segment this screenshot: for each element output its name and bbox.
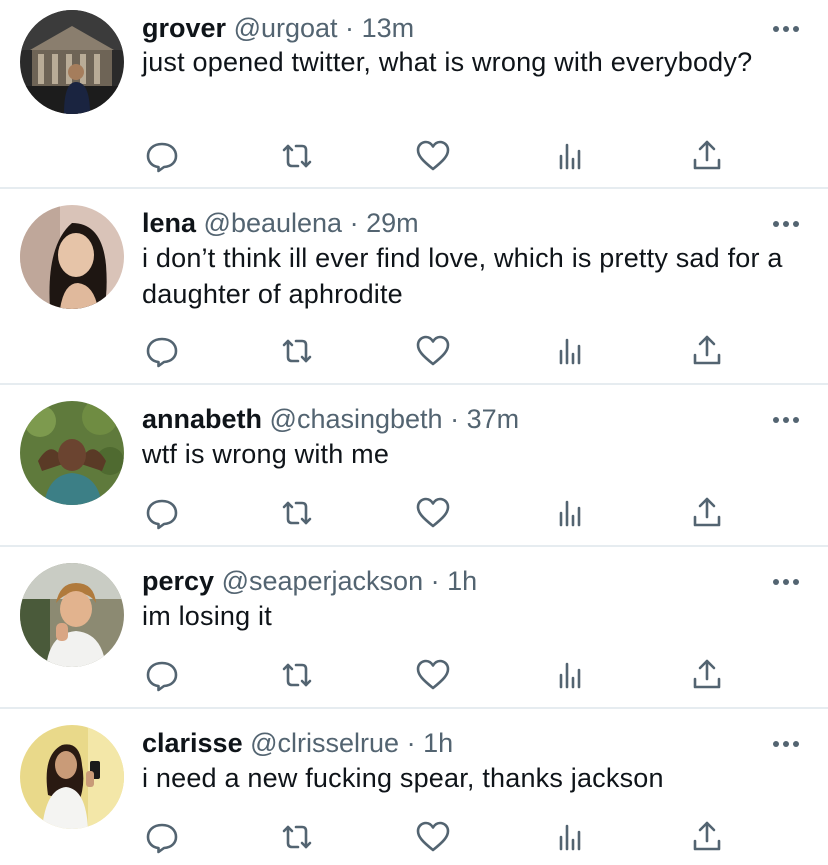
tweet-actions [142, 655, 742, 695]
avatar[interactable] [20, 401, 124, 505]
like-icon[interactable] [413, 493, 453, 533]
tweet-actions [142, 817, 742, 857]
like-icon[interactable] [413, 331, 453, 371]
more-icon[interactable] [772, 575, 800, 587]
avatar[interactable] [20, 205, 124, 309]
tweet-text: wtf is wrong with me [142, 439, 390, 469]
reply-icon[interactable] [142, 817, 182, 857]
share-icon[interactable] [687, 655, 727, 695]
retweet-icon[interactable] [277, 817, 317, 857]
share-icon[interactable] [687, 493, 727, 533]
tweet-grover[interactable]: grover @urgoat · 13m just opened twitter… [0, 0, 828, 189]
display-name[interactable]: clarisse [142, 728, 243, 758]
retweet-icon[interactable] [277, 655, 317, 695]
timestamp[interactable]: 1h [447, 566, 477, 596]
tweet-text: just opened twitter, what is wrong with … [142, 47, 753, 77]
tweet-header: annabeth @chasingbeth · 37m [142, 401, 748, 437]
username[interactable]: @urgoat [234, 13, 338, 43]
tweet-actions [142, 136, 742, 176]
username[interactable]: @chasingbeth [270, 404, 443, 434]
tweet-annabeth[interactable]: annabeth @chasingbeth · 37m wtf is wrong… [0, 385, 828, 547]
reply-icon[interactable] [142, 655, 182, 695]
display-name[interactable]: percy [142, 566, 214, 596]
like-icon[interactable] [413, 655, 453, 695]
share-icon[interactable] [687, 136, 727, 176]
tweet-clarisse[interactable]: clarisse @clrisselrue · 1h i need a new … [0, 709, 828, 865]
views-icon[interactable] [550, 655, 590, 695]
views-icon[interactable] [550, 331, 590, 371]
like-icon[interactable] [413, 817, 453, 857]
more-icon[interactable] [772, 413, 800, 425]
tweet-text: i don’t think ill ever find love, which … [142, 243, 783, 309]
display-name[interactable]: annabeth [142, 404, 262, 434]
tweet-actions [142, 493, 742, 533]
reply-icon[interactable] [142, 331, 182, 371]
tweet-header: percy @seaperjackson · 1h [142, 563, 748, 599]
timestamp[interactable]: 13m [362, 13, 415, 43]
retweet-icon[interactable] [277, 136, 317, 176]
avatar[interactable] [20, 563, 124, 667]
display-name[interactable]: lena [142, 208, 196, 238]
username[interactable]: @beaulena [204, 208, 343, 238]
tweet-actions [142, 331, 742, 371]
more-icon[interactable] [772, 22, 800, 34]
reply-icon[interactable] [142, 493, 182, 533]
share-icon[interactable] [687, 817, 727, 857]
like-icon[interactable] [413, 136, 453, 176]
views-icon[interactable] [550, 136, 590, 176]
more-icon[interactable] [772, 217, 800, 229]
tweet-lena[interactable]: lena @beaulena · 29m i don’t think ill e… [0, 189, 828, 385]
views-icon[interactable] [550, 817, 590, 857]
views-icon[interactable] [550, 493, 590, 533]
separator: · [450, 404, 460, 434]
username[interactable]: @seaperjackson [222, 566, 424, 596]
timestamp[interactable]: 37m [467, 404, 520, 434]
tweet-percy[interactable]: percy @seaperjackson · 1h im losing it [0, 547, 828, 709]
timestamp[interactable]: 1h [423, 728, 453, 758]
tweet-text: i need a new fucking spear, thanks jacks… [142, 763, 664, 793]
avatar[interactable] [20, 10, 124, 114]
separator: · [349, 208, 359, 238]
retweet-icon[interactable] [277, 493, 317, 533]
tweet-text: im losing it [142, 601, 272, 631]
separator: · [430, 566, 440, 596]
display-name[interactable]: grover [142, 13, 226, 43]
tweet-header: grover @urgoat · 13m [142, 10, 748, 46]
timestamp[interactable]: 29m [366, 208, 419, 238]
more-icon[interactable] [772, 737, 800, 749]
separator: · [345, 13, 355, 43]
separator: · [406, 728, 416, 758]
reply-icon[interactable] [142, 136, 182, 176]
avatar[interactable] [20, 725, 124, 829]
retweet-icon[interactable] [277, 331, 317, 371]
tweet-header: lena @beaulena · 29m [142, 205, 748, 241]
share-icon[interactable] [687, 331, 727, 371]
username[interactable]: @clrisselrue [250, 728, 399, 758]
tweet-header: clarisse @clrisselrue · 1h [142, 725, 748, 761]
